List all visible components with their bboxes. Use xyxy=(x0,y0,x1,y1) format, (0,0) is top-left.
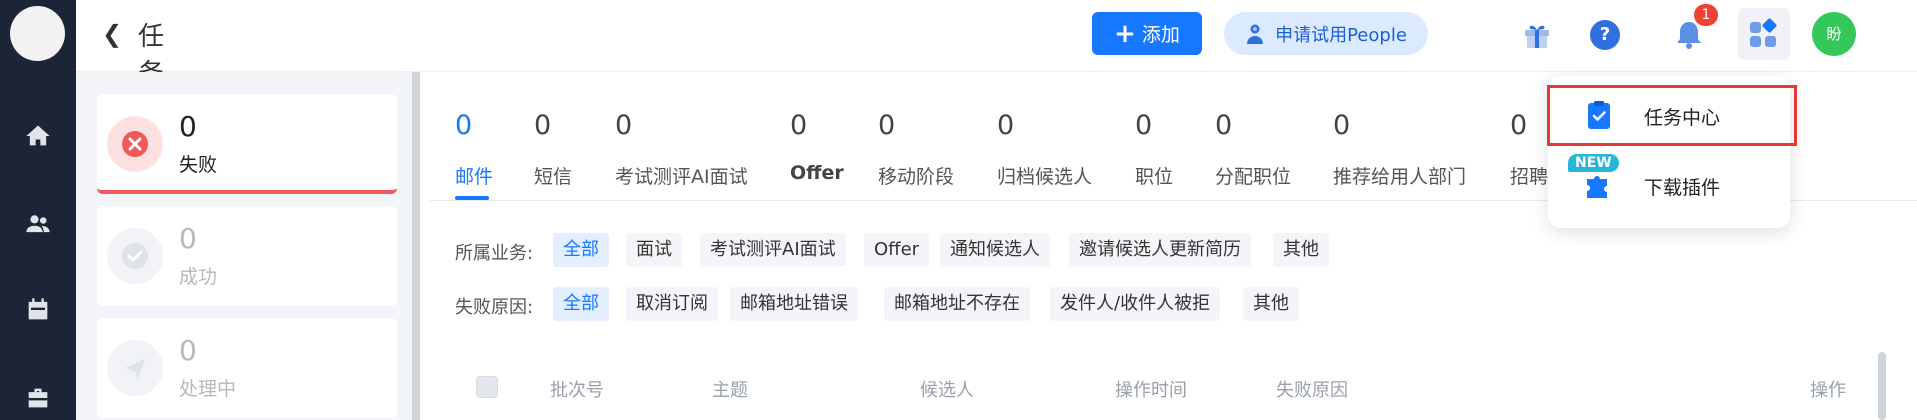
send-icon xyxy=(107,340,163,396)
top-bar xyxy=(76,0,1917,72)
stat-success-count: 0 xyxy=(179,222,197,255)
tab-recruit[interactable]: 0 招聘 xyxy=(1510,110,1548,188)
tab-count: 0 xyxy=(1135,110,1153,141)
tab-label: Offer xyxy=(790,162,844,184)
reason-chip-email-not-exist[interactable]: 邮箱地址不存在 xyxy=(884,287,1030,321)
reason-filter-label: 失败原因: xyxy=(455,297,534,318)
stat-failed[interactable]: 0 失败 xyxy=(97,94,397,194)
new-badge: NEW xyxy=(1568,154,1619,172)
menu-item-label: 下载插件 xyxy=(1644,177,1721,199)
tab-label: 职位 xyxy=(1135,166,1174,188)
business-chip-all[interactable]: 全部 xyxy=(553,233,609,267)
business-chip-other[interactable]: 其他 xyxy=(1273,233,1329,267)
people-icon[interactable] xyxy=(24,210,52,238)
col-fail-reason[interactable]: 失败原因 xyxy=(1276,376,1348,402)
col-candidate[interactable]: 候选人 xyxy=(920,376,974,402)
org-avatar[interactable] xyxy=(10,6,65,61)
stat-success-label: 成功 xyxy=(179,266,218,288)
tab-sms[interactable]: 0 短信 xyxy=(534,110,572,188)
reason-chip-all[interactable]: 全部 xyxy=(553,287,609,321)
stat-processing-label: 处理中 xyxy=(179,378,237,400)
table-scrollbar[interactable] xyxy=(1878,352,1886,420)
business-chip-offer[interactable]: Offer xyxy=(864,233,930,267)
col-batch-no[interactable]: 批次号 xyxy=(550,376,604,402)
reason-chip-rejected[interactable]: 发件人/收件人被拒 xyxy=(1050,287,1221,321)
tab-recommend[interactable]: 0 推荐给用人部门 xyxy=(1333,110,1466,188)
tab-count: 0 xyxy=(1333,110,1351,141)
status-panel: 0 失败 0 成功 0 处理中 xyxy=(76,72,420,420)
business-filter-label: 所属业务: xyxy=(455,243,534,264)
trial-people-button[interactable]: 申请试用People xyxy=(1224,12,1428,55)
tab-email[interactable]: 0 邮件 xyxy=(455,110,493,188)
briefcase-icon[interactable] xyxy=(24,384,52,412)
tab-count: 0 xyxy=(615,110,633,141)
tab-label: 推荐给用人部门 xyxy=(1333,166,1467,188)
business-chip-exam-ai[interactable]: 考试测评AI面试 xyxy=(700,233,846,267)
plus-icon: + xyxy=(1114,18,1136,49)
stat-processing[interactable]: 0 处理中 xyxy=(97,318,397,418)
person-icon xyxy=(1247,24,1264,44)
tab-label: 招聘 xyxy=(1510,166,1549,188)
tab-position[interactable]: 0 职位 xyxy=(1135,110,1173,188)
tab-count: 0 xyxy=(997,110,1015,141)
tab-count: 0 xyxy=(878,110,896,141)
tab-label: 移动阶段 xyxy=(878,166,955,188)
task-center-highlight-box xyxy=(1547,85,1797,146)
add-button-label: 添加 xyxy=(1141,24,1180,46)
help-icon[interactable]: ? xyxy=(1590,20,1620,50)
stat-failed-label: 失败 xyxy=(179,154,218,176)
tab-exam-ai[interactable]: 0 考试测评AI面试 xyxy=(615,110,748,188)
apps-grid-icon xyxy=(1750,18,1777,47)
tab-label: 考试测评AI面试 xyxy=(615,166,748,188)
stat-processing-count: 0 xyxy=(179,334,197,367)
home-icon[interactable] xyxy=(24,122,52,150)
back-arrow-icon[interactable]: ❮ xyxy=(102,20,122,48)
puzzle-plugin-icon xyxy=(1584,170,1614,200)
reason-chip-other[interactable]: 其他 xyxy=(1243,287,1299,321)
tab-move-stage[interactable]: 0 移动阶段 xyxy=(878,110,954,188)
business-chip-notify[interactable]: 通知候选人 xyxy=(940,233,1050,267)
col-actions[interactable]: 操作 xyxy=(1810,376,1846,402)
stat-success[interactable]: 0 成功 xyxy=(97,206,397,306)
gift-icon[interactable] xyxy=(1520,18,1554,52)
stat-failed-count: 0 xyxy=(179,110,197,143)
tab-count: 0 xyxy=(534,110,552,141)
user-avatar[interactable]: 盼 xyxy=(1812,12,1856,56)
reason-chip-unsubscribe[interactable]: 取消订阅 xyxy=(626,287,718,321)
fail-icon xyxy=(107,116,163,172)
business-chip-interview[interactable]: 面试 xyxy=(626,233,682,267)
col-operation-time[interactable]: 操作时间 xyxy=(1115,376,1187,402)
tab-count: 0 xyxy=(1510,110,1528,141)
tab-label: 分配职位 xyxy=(1215,166,1292,188)
notification-badge: 1 xyxy=(1694,4,1718,26)
table-header: 批次号 主题 候选人 操作时间 失败原因 操作 xyxy=(420,360,1890,420)
col-subject[interactable]: 主题 xyxy=(712,376,748,402)
add-button[interactable]: + 添加 xyxy=(1092,12,1202,55)
apps-button[interactable] xyxy=(1738,8,1790,60)
tab-label: 归档候选人 xyxy=(997,166,1093,188)
select-all-checkbox[interactable] xyxy=(476,376,498,398)
tab-offer[interactable]: 0 Offer xyxy=(790,110,844,184)
business-chip-invite-update[interactable]: 邀请候选人更新简历 xyxy=(1069,233,1251,267)
tab-label: 短信 xyxy=(534,166,573,188)
check-icon xyxy=(107,228,163,284)
tab-count: 0 xyxy=(1215,110,1233,141)
tab-count: 0 xyxy=(455,110,473,141)
tab-archive[interactable]: 0 归档候选人 xyxy=(997,110,1092,188)
trial-people-label: 申请试用People xyxy=(1275,24,1407,46)
tab-label: 邮件 xyxy=(455,166,494,188)
tab-assign-position[interactable]: 0 分配职位 xyxy=(1215,110,1291,188)
left-rail xyxy=(0,0,76,420)
reason-chip-wrong-email[interactable]: 邮箱地址错误 xyxy=(730,287,858,321)
calendar-icon[interactable] xyxy=(24,296,52,324)
left-scrollbar[interactable] xyxy=(412,72,420,420)
tab-count: 0 xyxy=(790,110,808,141)
